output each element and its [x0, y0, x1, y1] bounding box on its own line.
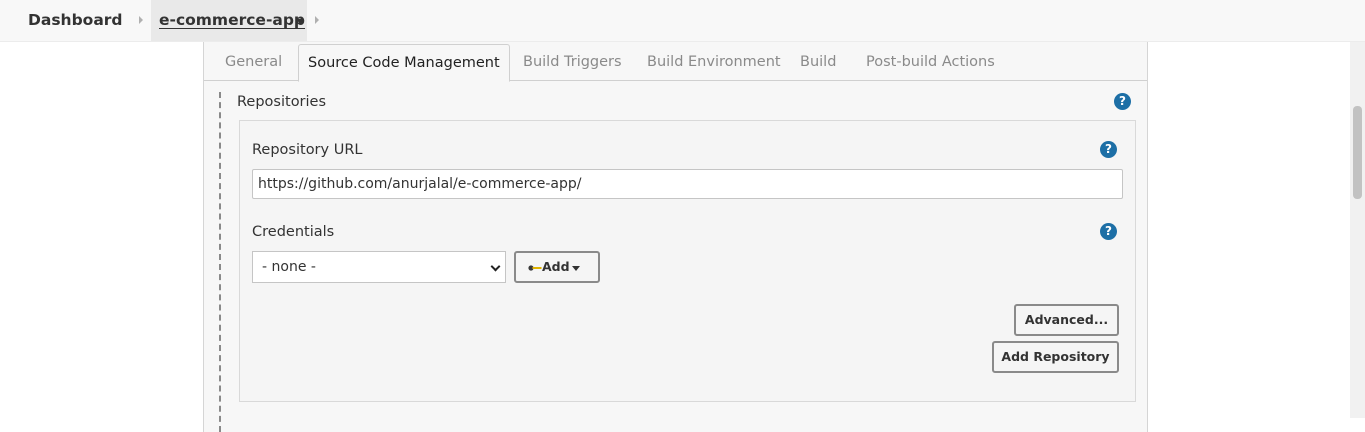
config-panel: General Source Code Management Build Tri…	[203, 42, 1148, 432]
repositories-label: Repositories	[237, 94, 327, 110]
tab-build-environment[interactable]: Build Environment	[647, 44, 781, 81]
repository-url-input[interactable]: https://github.com/anurjalal/e-commerce-…	[252, 169, 1123, 199]
tab-build[interactable]: Build	[800, 44, 836, 81]
help-icon[interactable]: ?	[1100, 141, 1117, 158]
chevron-right-icon	[315, 16, 319, 24]
key-icon	[528, 265, 542, 271]
credentials-selected-value: - none -	[262, 259, 316, 275]
tab-post-build-actions[interactable]: Post-build Actions	[866, 44, 995, 81]
breadcrumb: Dashboard e-commerce-app	[0, 0, 1365, 42]
repository-url-label: Repository URL	[252, 142, 363, 158]
tab-source-code-management[interactable]: Source Code Management	[298, 44, 510, 82]
tab-general[interactable]: General	[225, 44, 282, 81]
add-button-label: Add	[542, 259, 570, 274]
repository-box: Repository URL ? https://github.com/anur…	[239, 120, 1136, 402]
add-credentials-button[interactable]: Add	[514, 251, 600, 283]
page-scrollbar[interactable]	[1350, 42, 1365, 418]
help-icon[interactable]: ?	[1100, 223, 1117, 240]
tab-build-triggers[interactable]: Build Triggers	[523, 44, 622, 81]
caret-down-icon[interactable]	[296, 19, 304, 24]
scrollbar-thumb[interactable]	[1353, 106, 1362, 199]
help-icon[interactable]: ?	[1114, 93, 1131, 110]
add-repository-button[interactable]: Add Repository	[992, 341, 1119, 373]
breadcrumb-project-link[interactable]: e-commerce-app	[159, 0, 305, 41]
advanced-button[interactable]: Advanced...	[1014, 304, 1119, 336]
chevron-down-icon	[490, 261, 501, 272]
breadcrumb-dashboard-link[interactable]: Dashboard	[28, 0, 123, 41]
section-divider-line	[219, 92, 221, 432]
caret-down-icon	[572, 266, 580, 271]
breadcrumb-project-item[interactable]: e-commerce-app	[151, 0, 307, 41]
credentials-select[interactable]: - none -	[252, 251, 506, 283]
config-tabbar: General Source Code Management Build Tri…	[204, 42, 1147, 82]
credentials-label: Credentials	[252, 224, 335, 240]
chevron-right-icon	[139, 16, 143, 24]
